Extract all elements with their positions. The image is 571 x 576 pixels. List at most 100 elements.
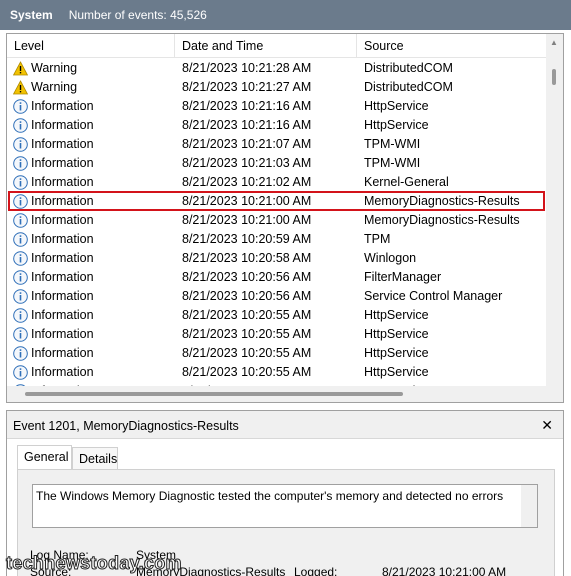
level-label: Information xyxy=(31,270,94,284)
date-cell: 8/21/2023 10:20:56 AM xyxy=(182,289,312,303)
close-icon[interactable]: ✕ xyxy=(541,418,553,432)
table-row[interactable]: Information 8/21/2023 10:21:02 AM Kernel-G… xyxy=(7,173,547,192)
source-cell: TPM xyxy=(364,232,391,246)
scroll-corner xyxy=(546,386,563,402)
source-cell: DistributedCOM xyxy=(364,80,453,94)
table-row[interactable]: Information 8/21/2023 10:20:58 AM Winlogon xyxy=(7,249,547,268)
level-cell: Information xyxy=(13,154,94,173)
information-icon xyxy=(13,251,28,266)
information-icon xyxy=(13,213,28,228)
horizontal-scrollbar[interactable] xyxy=(7,386,547,402)
information-icon xyxy=(13,289,28,304)
watermark-logo: technewstoday.com xyxy=(6,553,183,574)
source-cell: HttpService xyxy=(364,365,429,379)
date-cell: 8/21/2023 10:21:16 AM xyxy=(182,118,312,132)
source-cell: TPM-WMI xyxy=(364,137,421,151)
logged-value: 8/21/2023 10:21:00 AM xyxy=(382,565,507,576)
table-row[interactable]: Information 8/21/2023 10:21:00 AM MemoryDi… xyxy=(7,192,547,211)
column-date[interactable]: Date and Time xyxy=(175,34,357,58)
information-icon xyxy=(13,232,28,247)
level-label: Information xyxy=(31,118,94,132)
table-row[interactable]: Information 8/21/2023 10:21:07 AM TPM-WMI xyxy=(7,135,547,154)
level-label: Information xyxy=(31,194,94,208)
source-cell: FilterManager xyxy=(364,270,442,284)
date-cell: 8/21/2023 10:20:55 AM xyxy=(182,365,312,379)
tab-general[interactable]: General xyxy=(17,445,72,469)
information-icon xyxy=(13,365,28,380)
level-cell: Information xyxy=(13,230,94,249)
hscroll-thumb[interactable] xyxy=(25,392,403,396)
date-cell: 8/21/2023 10:20:55 AM xyxy=(182,346,312,360)
message-scrollbar[interactable] xyxy=(521,485,537,527)
table-row[interactable]: Information 8/21/2023 10:21:03 AM TPM-WMI xyxy=(7,154,547,173)
table-row[interactable]: Information 8/21/2023 10:21:16 AM HttpServ… xyxy=(7,97,547,116)
source-cell: Service Control Manager xyxy=(364,289,503,303)
source-cell: DistributedCOM xyxy=(364,61,453,75)
scroll-thumb[interactable] xyxy=(552,69,556,85)
level-cell: Information xyxy=(13,97,94,116)
source-cell: MemoryDiagnostics-Results xyxy=(364,213,520,227)
information-icon xyxy=(13,327,28,342)
level-label: Information xyxy=(31,99,94,113)
table-row[interactable]: Information 8/21/2023 10:20:56 AM FilterMa… xyxy=(7,268,547,287)
table-row[interactable]: Information 8/21/2023 10:20:55 AM HttpServ… xyxy=(7,344,547,363)
table-row[interactable]: Information 8/21/2023 10:21:00 AM MemoryDi… xyxy=(7,211,547,230)
detail-title: Event 1201, MemoryDiagnostics-Results xyxy=(13,419,239,433)
level-label: Information xyxy=(31,213,94,227)
level-label: Warning xyxy=(31,80,78,94)
date-cell: 8/21/2023 10:21:27 AM xyxy=(182,80,312,94)
information-icon xyxy=(13,156,28,171)
level-label: Information xyxy=(31,232,94,246)
log-titlebar: System Number of events: 45,526 xyxy=(0,0,571,30)
source-cell: TPM-WMI xyxy=(364,156,421,170)
date-cell: 8/21/2023 10:20:56 AM xyxy=(182,270,312,284)
source-cell: Winlogon xyxy=(364,251,417,265)
log-name: System xyxy=(10,8,53,22)
date-cell: 8/21/2023 10:21:02 AM xyxy=(182,175,312,189)
information-icon xyxy=(13,308,28,323)
level-label: Information xyxy=(31,289,94,303)
level-cell: Information xyxy=(13,192,94,211)
scroll-up-icon[interactable]: ▲ xyxy=(550,38,558,47)
information-icon xyxy=(13,137,28,152)
source-cell: HttpService xyxy=(364,99,429,113)
tab-details[interactable]: Details xyxy=(72,447,118,469)
detail-header: Event 1201, MemoryDiagnostics-Results ✕ xyxy=(7,411,563,439)
warning-icon xyxy=(12,61,29,76)
level-label: Information xyxy=(31,365,94,379)
information-icon xyxy=(13,270,28,285)
level-cell: Information xyxy=(13,173,94,192)
table-row[interactable]: Information 8/21/2023 10:20:55 AM HttpServ… xyxy=(7,363,547,382)
level-cell: Information xyxy=(13,268,94,287)
date-cell: 8/21/2023 10:20:55 AM xyxy=(182,308,312,322)
information-icon xyxy=(13,99,28,114)
event-rows: Warning 8/21/2023 10:21:28 AM DistributedC… xyxy=(7,58,547,388)
event-list[interactable]: Level Date and Time Source Warning 8/21/2… xyxy=(6,33,564,403)
warning-icon xyxy=(12,80,29,95)
level-label: Warning xyxy=(31,61,78,75)
date-cell: 8/21/2023 10:21:03 AM xyxy=(182,156,312,170)
level-cell: Warning xyxy=(12,78,78,97)
level-label: Information xyxy=(31,346,94,360)
table-row[interactable]: Information 8/21/2023 10:20:55 AM HttpServ… xyxy=(7,325,547,344)
table-row[interactable]: Information 8/21/2023 10:20:55 AM HttpServ… xyxy=(7,306,547,325)
vertical-scrollbar[interactable]: ▲ xyxy=(546,34,563,386)
table-row[interactable]: Warning 8/21/2023 10:21:28 AM DistributedC… xyxy=(7,59,547,78)
column-source[interactable]: Source xyxy=(357,34,525,58)
table-row[interactable]: Warning 8/21/2023 10:21:27 AM DistributedC… xyxy=(7,78,547,97)
level-label: Information xyxy=(31,175,94,189)
source-cell: HttpService xyxy=(364,346,429,360)
event-message[interactable]: The Windows Memory Diagnostic tested the… xyxy=(32,484,538,528)
logged-label: Logged: xyxy=(294,565,338,576)
level-cell: Information xyxy=(13,287,94,306)
table-row[interactable]: Information 8/21/2023 10:20:56 AM Service … xyxy=(7,287,547,306)
level-cell: Information xyxy=(13,306,94,325)
information-icon xyxy=(13,194,28,209)
column-level[interactable]: Level xyxy=(7,34,175,58)
table-row[interactable]: Information 8/21/2023 10:21:16 AM HttpServ… xyxy=(7,116,547,135)
information-icon xyxy=(13,118,28,133)
level-label: Information xyxy=(31,308,94,322)
date-cell: 8/21/2023 10:20:58 AM xyxy=(182,251,312,265)
level-cell: Information xyxy=(13,135,94,154)
table-row[interactable]: Information 8/21/2023 10:20:59 AM TPM xyxy=(7,230,547,249)
